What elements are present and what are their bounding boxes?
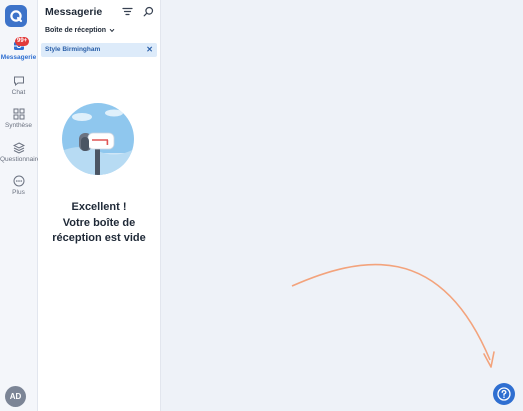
avatar[interactable]: AD <box>5 386 26 407</box>
filter-chip-label: Style Birmingham <box>45 46 101 53</box>
logo-icon[interactable] <box>5 5 27 27</box>
sidebar-item-label: Plus <box>12 189 25 196</box>
empty-state-line: réception est vide <box>52 232 146 244</box>
inbox-select-label: Boîte de réception <box>45 27 107 34</box>
empty-state-line: Excellent ! <box>71 201 127 213</box>
empty-state-message: Excellent ! Votre boîte de réception est… <box>38 200 160 247</box>
help-icon <box>497 387 511 401</box>
empty-state-line: Votre boîte de <box>62 216 136 229</box>
filter-chip[interactable]: Style Birmingham ✕ <box>41 43 157 57</box>
filter-icon[interactable] <box>122 6 133 17</box>
sidebar-item-label: Synthèse <box>4 122 33 129</box>
sidebar-item-chat[interactable]: Chat <box>0 75 37 96</box>
search-icon[interactable] <box>143 6 154 17</box>
page-title: Messagerie <box>45 6 103 18</box>
close-icon[interactable]: ✕ <box>146 45 153 55</box>
sidebar-item-label: Chat <box>11 89 26 96</box>
sidebar-item-questionnaires[interactable]: Questionnaires <box>0 142 44 163</box>
layers-icon <box>12 142 25 154</box>
inbox-panel: Messagerie Boîte de réception Style Birm… <box>38 0 161 411</box>
inbox-select[interactable]: Boîte de réception <box>45 27 115 34</box>
nav-rail: 99+ Messagerie Chat Synthèse Questionnai… <box>0 0 44 411</box>
more-icon <box>13 175 24 187</box>
help-button[interactable] <box>493 383 515 405</box>
sidebar-item-label: Messagerie <box>0 54 37 61</box>
chat-icon <box>13 76 24 87</box>
sidebar-item-synthese[interactable]: Synthèse <box>0 108 37 129</box>
notification-badge: 99+ <box>15 37 30 46</box>
grid-icon <box>13 108 24 120</box>
chevron-down-icon <box>109 28 115 32</box>
sidebar-item-messagerie[interactable]: 99+ Messagerie <box>0 37 37 61</box>
mailbox-illustration <box>62 103 134 175</box>
sidebar-item-plus[interactable]: Plus <box>0 175 37 196</box>
